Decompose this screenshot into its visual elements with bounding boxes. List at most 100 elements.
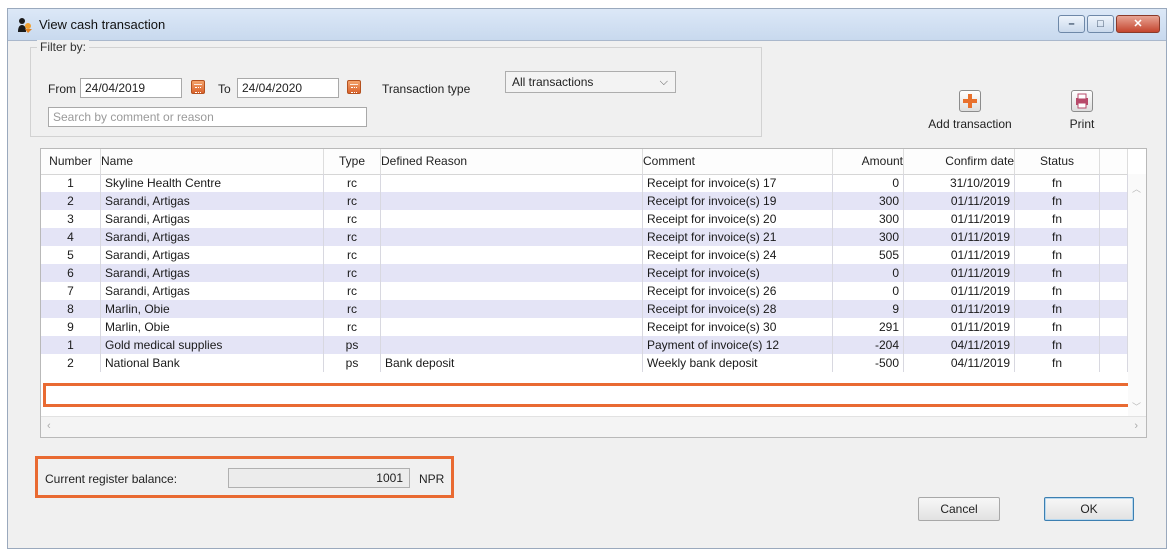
cell-number: 2 xyxy=(41,192,101,210)
horizontal-scrollbar[interactable]: ‹ › xyxy=(41,416,1146,437)
ok-button[interactable]: OK xyxy=(1044,497,1134,521)
cell-spacer xyxy=(1100,228,1128,246)
cell-spacer xyxy=(1100,282,1128,300)
minimize-button[interactable]: – xyxy=(1058,15,1085,33)
print-button[interactable]: Print xyxy=(1052,90,1112,131)
cell-reason xyxy=(381,336,643,354)
cell-amount: 291 xyxy=(833,318,904,336)
cell-comment: Receipt for invoice(s) 26 xyxy=(643,282,833,300)
table-row[interactable]: 9 Marlin, Obie rc Receipt for invoice(s) 30… xyxy=(41,318,1128,336)
cell-date: 04/11/2019 xyxy=(904,336,1015,354)
column-header-comment[interactable]: Comment xyxy=(643,149,833,174)
cell-date: 01/11/2019 xyxy=(904,228,1015,246)
column-header-confirm-date[interactable]: Confirm date xyxy=(904,149,1015,174)
scroll-left-icon[interactable]: ‹ xyxy=(47,420,51,432)
cell-status: fn xyxy=(1015,300,1100,318)
cell-name: Sarandi, Artigas xyxy=(101,210,324,228)
column-header-amount[interactable]: Amount xyxy=(833,149,904,174)
table-row[interactable]: 1 Gold medical supplies ps Payment of invoi… xyxy=(41,336,1128,354)
filter-legend: Filter by: xyxy=(37,40,90,54)
cell-reason xyxy=(381,282,643,300)
cell-spacer xyxy=(1100,246,1128,264)
transaction-type-label: Transaction type xyxy=(382,82,471,96)
table-row[interactable]: 2 Sarandi, Artigas rc Receipt for invoice(s… xyxy=(41,192,1128,210)
cell-reason xyxy=(381,246,643,264)
cell-number: 7 xyxy=(41,282,101,300)
table-row[interactable]: 4 Sarandi, Artigas rc Receipt for invoice(s… xyxy=(41,228,1128,246)
cell-amount: 9 xyxy=(833,300,904,318)
cell-type: ps xyxy=(324,336,381,354)
cell-reason xyxy=(381,300,643,318)
cell-status: fn xyxy=(1015,336,1100,354)
cell-status: fn xyxy=(1015,354,1100,372)
cell-amount: 505 xyxy=(833,246,904,264)
cell-name: Sarandi, Artigas xyxy=(101,246,324,264)
close-button[interactable]: ✕ xyxy=(1116,15,1160,33)
cell-name: Skyline Health Centre xyxy=(101,174,324,192)
table-row[interactable]: 5 Sarandi, Artigas rc Receipt for invoice(s… xyxy=(41,246,1128,264)
cell-amount: 0 xyxy=(833,174,904,192)
cell-spacer xyxy=(1100,336,1128,354)
cell-date: 31/10/2019 xyxy=(904,174,1015,192)
cell-type: rc xyxy=(324,174,381,192)
cell-name: Marlin, Obie xyxy=(101,300,324,318)
cell-spacer xyxy=(1100,318,1128,336)
cell-name: Sarandi, Artigas xyxy=(101,264,324,282)
cell-type: rc xyxy=(324,282,381,300)
cell-status: fn xyxy=(1015,192,1100,210)
cell-number: 2 xyxy=(41,354,101,372)
search-input[interactable]: Search by comment or reason xyxy=(48,107,367,127)
add-transaction-label: Add transaction xyxy=(928,117,1012,131)
table-row[interactable]: 7 Sarandi, Artigas rc Receipt for invoice(s… xyxy=(41,282,1128,300)
cell-number: 3 xyxy=(41,210,101,228)
cancel-button[interactable]: Cancel xyxy=(918,497,1000,521)
add-transaction-button[interactable]: Add transaction xyxy=(915,90,1025,131)
cell-type: rc xyxy=(324,246,381,264)
cell-date: 01/11/2019 xyxy=(904,300,1015,318)
table-row[interactable]: 3 Sarandi, Artigas rc Receipt for invoice(s… xyxy=(41,210,1128,228)
cell-status: fn xyxy=(1015,318,1100,336)
table-row[interactable]: 6 Sarandi, Artigas rc Receipt for invoice(s… xyxy=(41,264,1128,282)
scroll-up-icon[interactable]: ︿ xyxy=(1132,182,1141,195)
cell-comment: Receipt for invoice(s) 19 xyxy=(643,192,833,210)
cell-type: rc xyxy=(324,210,381,228)
column-header-reason[interactable]: Defined Reason xyxy=(381,149,643,174)
cell-type: rc xyxy=(324,264,381,282)
cell-reason xyxy=(381,210,643,228)
column-header-type[interactable]: Type xyxy=(324,149,381,174)
maximize-button[interactable]: □ xyxy=(1087,15,1114,33)
to-label: To xyxy=(218,82,231,96)
cell-name: Sarandi, Artigas xyxy=(101,228,324,246)
to-date-field[interactable]: 24/04/2020 xyxy=(237,78,339,98)
table-row[interactable]: 8 Marlin, Obie rc Receipt for invoice(s) 28… xyxy=(41,300,1128,318)
from-date-field[interactable]: 24/04/2019 xyxy=(80,78,182,98)
window-controls: – □ ✕ xyxy=(1058,15,1160,35)
cell-comment: Receipt for invoice(s) xyxy=(643,264,833,282)
cell-name: National Bank xyxy=(101,354,324,372)
cell-number: 9 xyxy=(41,318,101,336)
column-header-name[interactable]: Name xyxy=(101,149,324,174)
cell-date: 01/11/2019 xyxy=(904,264,1015,282)
column-header-number[interactable]: Number xyxy=(41,149,101,174)
cell-type: rc xyxy=(324,228,381,246)
cell-number: 4 xyxy=(41,228,101,246)
transactions-table[interactable]: Number Name Type Defined Reason Comment … xyxy=(40,148,1147,438)
cell-name: Sarandi, Artigas xyxy=(101,282,324,300)
cell-status: fn xyxy=(1015,174,1100,192)
vertical-scrollbar[interactable]: ︿ ﹀ xyxy=(1128,174,1146,417)
scroll-right-icon[interactable]: › xyxy=(1134,420,1138,432)
table-row[interactable]: 2 National Bank ps Bank deposit Weekly bank … xyxy=(41,354,1128,372)
title-bar[interactable]: View cash transaction – □ ✕ xyxy=(8,9,1166,41)
from-calendar-icon[interactable] xyxy=(191,80,205,94)
column-header-status[interactable]: Status xyxy=(1015,149,1100,174)
cell-status: fn xyxy=(1015,264,1100,282)
to-calendar-icon[interactable] xyxy=(347,80,361,94)
transaction-type-select[interactable]: All transactions ⌵ xyxy=(505,71,676,93)
cell-number: 5 xyxy=(41,246,101,264)
table-row[interactable]: 1 Skyline Health Centre rc Receipt for invo… xyxy=(41,174,1128,192)
table-header: Number Name Type Defined Reason Comment … xyxy=(41,149,1128,175)
minimize-icon: – xyxy=(1068,18,1075,30)
cell-amount: 0 xyxy=(833,264,904,282)
print-icon xyxy=(1071,90,1093,112)
scroll-down-icon[interactable]: ﹀ xyxy=(1132,400,1141,413)
